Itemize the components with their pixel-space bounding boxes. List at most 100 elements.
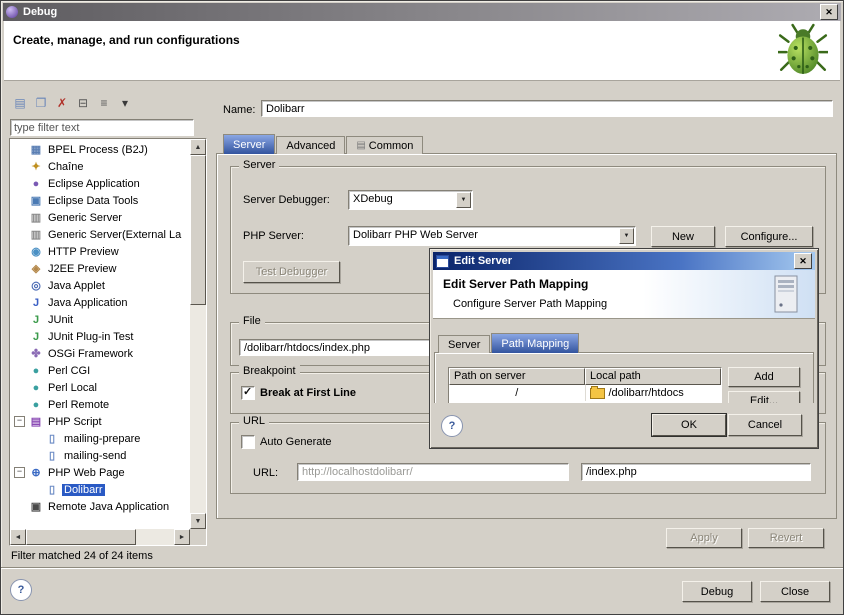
tree-item-dolibarr[interactable]: ▯Dolibarr bbox=[10, 481, 190, 498]
config-tab-common[interactable]: ▤Common bbox=[346, 136, 423, 154]
new-server-button[interactable]: New bbox=[651, 226, 715, 247]
auto-generate-label: Auto Generate bbox=[260, 436, 332, 448]
tree-item-cha-ne[interactable]: ✦Chaîne bbox=[10, 158, 190, 175]
tree-item-php-web-page[interactable]: −⊕PHP Web Page bbox=[10, 464, 190, 481]
tree-item-perl-remote[interactable]: ●Perl Remote bbox=[10, 396, 190, 413]
php-page-icon: ▯ bbox=[45, 483, 59, 496]
tree-item-label: Generic Server bbox=[46, 212, 124, 224]
ok-button[interactable]: OK bbox=[652, 414, 726, 436]
configure-button[interactable]: Configure... bbox=[725, 226, 813, 247]
config-tab-advanced[interactable]: Advanced bbox=[276, 136, 345, 154]
tab-label: Server bbox=[448, 339, 480, 351]
auto-generate-checkbox[interactable] bbox=[241, 435, 255, 449]
tree-item-label: Java Application bbox=[46, 297, 130, 309]
filter-input[interactable] bbox=[10, 119, 194, 136]
server-debugger-select[interactable]: XDebug bbox=[348, 190, 473, 210]
mapping-table-body: //dolibarr/htdocs bbox=[449, 385, 721, 401]
chevron-down-icon[interactable] bbox=[456, 192, 471, 208]
scroll-left-icon[interactable] bbox=[10, 529, 26, 545]
vertical-scroll-thumb[interactable] bbox=[190, 155, 206, 305]
scroll-right-icon[interactable] bbox=[174, 529, 190, 545]
duplicate-icon[interactable]: ❐ bbox=[32, 94, 50, 112]
add-mapping-button[interactable]: Add bbox=[728, 367, 800, 387]
url-path-input[interactable] bbox=[581, 463, 811, 481]
tree-item-junit[interactable]: JJUnit bbox=[10, 311, 190, 328]
tree-item-bpel-process-b2j[interactable]: ▦BPEL Process (B2J) bbox=[10, 141, 190, 158]
tree-item-label: mailing-prepare bbox=[62, 433, 142, 445]
tree-item-remote-java-application[interactable]: ▣Remote Java Application bbox=[10, 498, 190, 515]
delete-icon[interactable]: ✗ bbox=[53, 94, 71, 112]
server-debugger-label: Server Debugger: bbox=[243, 194, 330, 206]
junit-icon: J bbox=[29, 314, 43, 326]
chevron-down-icon[interactable] bbox=[619, 228, 634, 244]
vertical-scrollbar[interactable] bbox=[190, 139, 206, 529]
horizontal-scrollbar[interactable] bbox=[10, 529, 190, 545]
cancel-button[interactable]: Cancel bbox=[728, 414, 802, 436]
dialog-title-bar[interactable]: Edit Server bbox=[433, 252, 815, 270]
new-config-icon[interactable]: ▤ bbox=[11, 94, 29, 112]
junit-plugin-icon: J bbox=[29, 331, 43, 343]
tree-item-mailing-send[interactable]: ▯mailing-send bbox=[10, 447, 190, 464]
edit-server-dialog: Edit Server Edit Server Path Mapping Con… bbox=[429, 248, 819, 449]
eclipse-app-icon bbox=[6, 6, 18, 18]
collapse-expander-icon[interactable]: − bbox=[14, 416, 25, 427]
tree-item-java-applet[interactable]: ◎Java Applet bbox=[10, 277, 190, 294]
config-tab-server[interactable]: Server bbox=[223, 134, 275, 154]
collapse-expander-icon[interactable]: − bbox=[14, 467, 25, 478]
close-icon[interactable] bbox=[820, 4, 838, 20]
tab-label: Common bbox=[369, 140, 414, 152]
tree-item-osgi-framework[interactable]: ✤OSGi Framework bbox=[10, 345, 190, 362]
server-debugger-value: XDebug bbox=[353, 193, 454, 205]
tree-item-perl-local[interactable]: ●Perl Local bbox=[10, 379, 190, 396]
tree-item-mailing-prepare[interactable]: ▯mailing-prepare bbox=[10, 430, 190, 447]
break-first-line-checkbox[interactable] bbox=[241, 386, 255, 400]
tree-item-label: Eclipse Data Tools bbox=[46, 195, 140, 207]
page-title: Create, manage, and run configurations bbox=[13, 33, 240, 47]
mapping-local-path: /dolibarr/htdocs bbox=[609, 387, 684, 399]
php-server-label: PHP Server: bbox=[243, 230, 304, 242]
window-title: Debug bbox=[23, 6, 57, 18]
tree-toolbar: ▤❐✗⊟≡▾ bbox=[11, 91, 207, 115]
mapping-col-header-path-on-server[interactable]: Path on server bbox=[449, 368, 585, 385]
dialog-tab-server[interactable]: Server bbox=[438, 335, 490, 353]
scroll-down-icon[interactable] bbox=[190, 513, 206, 529]
collapse-all-icon[interactable]: ⊟ bbox=[74, 94, 92, 112]
tree-item-http-preview[interactable]: ◉HTTP Preview bbox=[10, 243, 190, 260]
menu-dropdown-icon[interactable]: ▾ bbox=[116, 94, 134, 112]
tree-item-label: PHP Web Page bbox=[46, 467, 127, 479]
help-icon[interactable] bbox=[10, 579, 32, 601]
scroll-up-icon[interactable] bbox=[190, 139, 206, 155]
tree-item-junit-plug-in-test[interactable]: JJUnit Plug-in Test bbox=[10, 328, 190, 345]
tree-item-j2ee-preview[interactable]: ◈J2EE Preview bbox=[10, 260, 190, 277]
tree-item-generic-server[interactable]: ▥Generic Server bbox=[10, 209, 190, 226]
close-button[interactable]: Close bbox=[760, 581, 830, 602]
title-bar[interactable]: Debug bbox=[3, 3, 841, 21]
server-icon bbox=[771, 274, 801, 314]
tab-label: Server bbox=[233, 139, 265, 151]
mapping-col-header-local-path[interactable]: Local path bbox=[585, 368, 721, 385]
horizontal-scroll-thumb[interactable] bbox=[26, 529, 136, 545]
mapping-row[interactable]: //dolibarr/htdocs bbox=[449, 385, 721, 401]
config-tabs: Server Advanced▤Common bbox=[223, 134, 424, 154]
dialog-tab-path-mapping[interactable]: Path Mapping bbox=[491, 333, 579, 353]
j2ee-preview-icon: ◈ bbox=[29, 262, 43, 275]
php-server-select[interactable]: Dolibarr PHP Web Server bbox=[348, 226, 636, 246]
tree-item-java-application[interactable]: JJava Application bbox=[10, 294, 190, 311]
filter-icon[interactable]: ≡ bbox=[95, 94, 113, 112]
dialog-help-icon[interactable] bbox=[441, 415, 463, 437]
php-script-icon: ▤ bbox=[29, 415, 43, 428]
file-group-title: File bbox=[239, 315, 265, 327]
tree-item-eclipse-application[interactable]: ●Eclipse Application bbox=[10, 175, 190, 192]
tree-item-perl-cgi[interactable]: ●Perl CGI bbox=[10, 362, 190, 379]
debug-button[interactable]: Debug bbox=[682, 581, 752, 602]
dialog-tabs: Server Path Mapping bbox=[438, 335, 580, 353]
tree-item-generic-server-external-la[interactable]: ▥Generic Server(External La bbox=[10, 226, 190, 243]
dialog-close-icon[interactable] bbox=[794, 253, 812, 269]
tree-item-eclipse-data-tools[interactable]: ▣Eclipse Data Tools bbox=[10, 192, 190, 209]
mapping-table-header: Path on serverLocal path bbox=[449, 368, 721, 385]
tree-item-php-script[interactable]: −▤PHP Script bbox=[10, 413, 190, 430]
tree-item-label: PHP Script bbox=[46, 416, 104, 428]
name-input[interactable] bbox=[261, 100, 833, 117]
tree-item-label: Perl Local bbox=[46, 382, 99, 394]
tree-item-label: HTTP Preview bbox=[46, 246, 121, 258]
